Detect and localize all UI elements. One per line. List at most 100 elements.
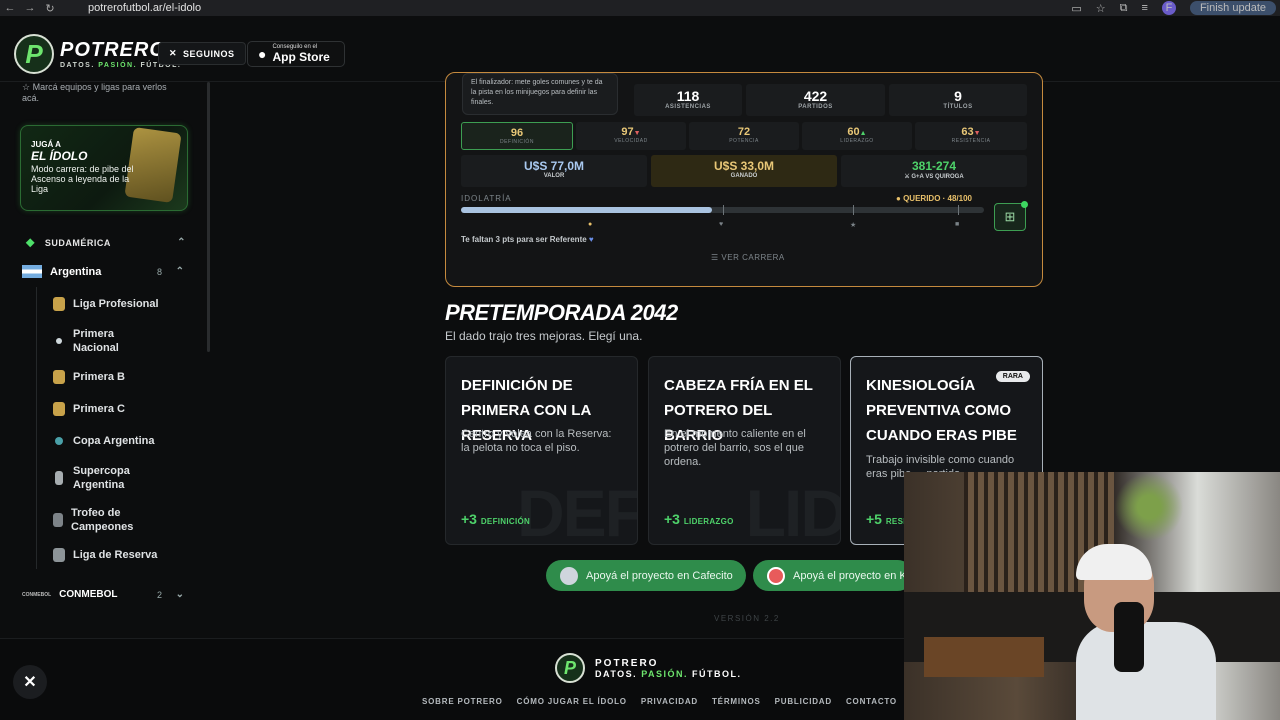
trophy-icon [53,513,63,527]
cafecito-icon [560,566,578,585]
sidebar-item-liga-de-reserva[interactable]: Liga de Reserva [37,541,196,569]
upgrade-option-definicion[interactable]: DEF Definición de primera con la Reserva… [445,356,638,545]
footer-link-publicidad[interactable]: PUBLICIDAD [775,697,832,706]
finish-update-button[interactable]: Finish update [1189,1,1276,15]
app-store-button[interactable]: ● Conseguilo en el App Store [247,41,345,67]
attr-velocidad[interactable]: 97▼ VELOCIDAD [576,122,686,150]
sidebar: ☆ Marcá equipos y ligas para verlos acá.… [0,82,210,638]
league-crest-icon [53,297,65,311]
country-count: 8 [156,266,162,277]
footer-link-contacto[interactable]: CONTACTO [846,697,897,706]
sidebar-item-supercopa-argentina[interactable]: Supercopa Argentina [37,457,196,499]
attr-resistencia[interactable]: 63▼ RESISTENCIA [915,122,1027,150]
option-bonus: +3 DEFINICIÓN [461,511,531,527]
next-level-hint: Te faltan 3 pts para ser Referente ♥ [461,235,594,244]
ko-fi-icon [767,566,785,585]
footer-link-terminos[interactable]: TÉRMINOS [712,697,761,706]
view-career-link[interactable]: ☰ VER CARRERA [711,253,785,262]
idolatry-label: IDOLATRÍA [461,194,512,203]
reading-list-icon[interactable]: ≡ [1142,2,1148,14]
back-icon[interactable]: ← [0,2,20,14]
sidebar-item-primera-nacional[interactable]: Primera Nacional [37,321,196,361]
app-version: VERSIÓN 2.2 [714,614,780,623]
league-crest-icon [53,402,65,416]
favorites-hint: ☆ Marcá equipos y ligas para verlos acá. [22,82,167,103]
attr-definicion[interactable]: 96 DEFINICIÓN [461,122,573,150]
region-sudamerica[interactable]: ⬥ SUDAMÉRICA ⌃ [26,235,186,250]
shop-cart-button[interactable]: ⊞ [994,201,1028,231]
footer-links: SOBRE POTRERO CÓMO JUGAR EL ÍDOLO PRIVAC… [422,697,897,706]
logo-mark: P [14,34,54,74]
bookmark-star-icon[interactable]: ☆ [1096,2,1106,15]
address-bar[interactable]: potrerofutbol.ar/el-idolo [88,2,201,14]
footer-link-sobre[interactable]: SOBRE POTRERO [422,697,503,706]
league-crest-icon [56,338,62,344]
sidebar-item-liga-profesional[interactable]: Liga Profesional [37,287,196,321]
trophy-milestone-icon: ■ [955,221,960,228]
apple-icon: ● [258,46,267,62]
browser-toolbar: ← → ↻ potrerofutbol.ar/el-idolo ▭ ☆ ⧉ ≡ … [0,0,1280,16]
forward-icon[interactable]: → [20,2,40,14]
role-tooltip: El finalizador: mete goles comunes y te … [462,73,618,115]
sidebar-item-primera-c[interactable]: Primera C [37,393,196,425]
option-description: Centro y volea con la Reserva: la pelota… [461,428,612,454]
footer-link-como-jugar[interactable]: CÓMO JUGAR EL ÍDOLO [517,697,627,706]
heart-milestone-icon: ♥ [719,221,724,228]
current-level-icon: ● [588,221,593,228]
idolatry-progress-bar [461,205,984,215]
follow-button[interactable]: ✕ SEGUINOS [158,42,246,65]
market-value: U$S 77,0M VALOR [461,155,647,187]
cast-icon[interactable]: ▭ [1071,2,1081,15]
attr-liderazgo[interactable]: 60▲ LIDERAZGO [802,122,912,150]
option-title: Kinesiología preventiva como cuando eras… [866,377,1017,444]
logo-mark: P [555,653,585,683]
sidebar-item-primera-b[interactable]: Primera B [37,361,196,393]
sidebar-item-copa-argentina[interactable]: Copa Argentina [37,425,196,457]
footer-logo[interactable]: P POTRERO DATOS. PASIÓN. FÚTBOL. [555,653,742,683]
star-milestone-icon: ★ [850,222,857,229]
webcam-overlay [904,472,1280,720]
conmebol-count: 2 [156,589,162,600]
footer-link-privacidad[interactable]: PRIVACIDAD [641,697,698,706]
chevron-up-icon[interactable]: ⌃ [177,237,186,248]
country-argentina[interactable]: Argentina 8 ⌃ [22,265,186,278]
x-logo-icon: ✕ [169,48,178,58]
microphone [1114,602,1144,672]
player-profile-card: El finalizador: mete goles comunes y te … [445,72,1043,287]
earned-value: U$S 33,0M GANADO [651,155,837,187]
x-social-button[interactable]: ✕ [13,665,47,699]
option-description: En el momento caliente en el potrero del… [664,428,806,468]
chevron-up-icon[interactable]: ⌃ [176,266,184,277]
attr-potencia[interactable]: 72 POTENCIA [689,122,799,150]
sidebar-item-trofeo-de-campeones[interactable]: Trofeo de Campeones [37,499,196,541]
clapping-hands-icon: ● [896,194,901,203]
preseason-subtitle: El dado trajo tres mejoras. Elegí una. [445,329,643,343]
argentina-flag-icon [22,265,42,278]
el-idolo-promo-card[interactable]: JUGÁ A EL ÍDOLO Modo carrera: de pibe de… [20,125,188,211]
crossed-swords-icon: ⚔ [904,174,910,180]
extensions-icon[interactable]: ⧉ [1120,2,1128,15]
stat-titles: 9 TÍTULOS [889,84,1027,116]
sidebar-item-conmebol[interactable]: CONMEBOL CONMEBOL 2 ⌄ [22,589,186,600]
chevron-down-icon[interactable]: ⌄ [176,589,184,600]
idolatry-status: ● QUERIDO · 48/100 [896,194,972,203]
stat-assists: 118 ASISTENCIAS [634,84,742,116]
blue-heart-icon: ♥ [588,235,594,244]
pin-icon: ⬥ [26,235,35,249]
cart-icon: ⊞ [1004,209,1016,224]
league-crest-icon [55,437,63,445]
option-watermark: DEF [517,476,638,545]
star-icon: ☆ [22,82,31,92]
option-watermark: LID [745,476,841,545]
profile-avatar[interactable]: F [1161,1,1176,15]
upgrade-option-liderazgo[interactable]: LID Cabeza fría en el potrero del barrio… [648,356,841,545]
notification-dot [1021,201,1028,208]
site-logo[interactable]: P POTRERO DATOS. PASIÓN. FÚTBOL. [14,34,181,74]
league-crest-icon [53,370,65,384]
support-kofi-button[interactable]: Apoyá el proyecto en K [753,560,913,591]
reload-icon[interactable]: ↻ [40,2,60,15]
stat-matches: 422 PARTIDOS [746,84,885,116]
rivalry-score: 381-274 ⚔ G+A VS QUIROGA [841,155,1027,187]
league-list: Liga Profesional Primera Nacional Primer… [36,287,196,569]
support-cafecito-button[interactable]: Apoyá el proyecto en Cafecito [546,560,746,591]
